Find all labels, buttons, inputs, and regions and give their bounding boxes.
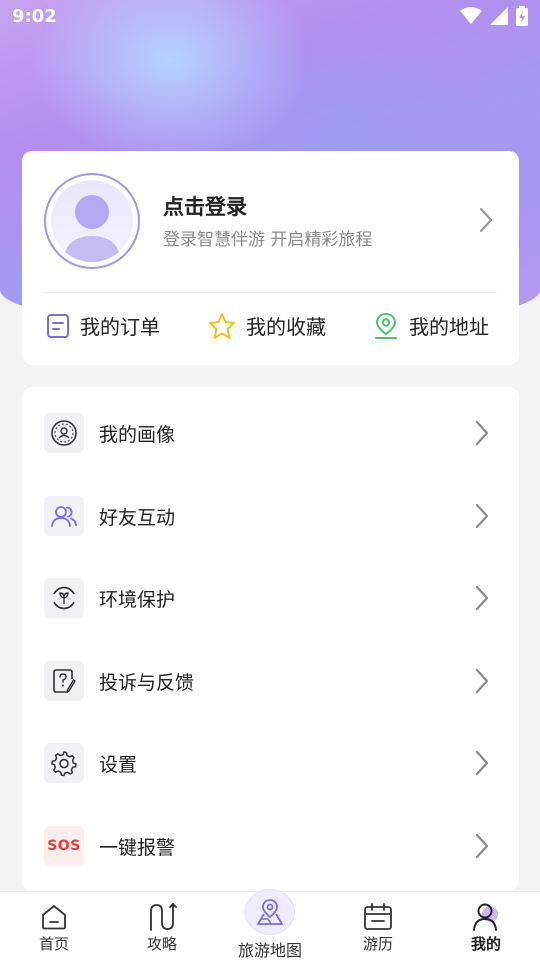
tab-label: 旅游地图: [237, 941, 302, 960]
login-subtitle: 登录智慧伴游 开启精彩旅程: [163, 230, 373, 250]
quick-link-orders[interactable]: 我的订单: [46, 311, 160, 340]
quick-link-label: 我的地址: [409, 315, 489, 339]
menu-label: 一键报警: [99, 836, 176, 859]
portrait-icon: [51, 420, 77, 446]
avatar-placeholder-icon: [51, 180, 133, 262]
menu-label: 投诉与反馈: [99, 671, 195, 694]
chevron-right-icon: [475, 585, 489, 611]
chevron-right-icon: [475, 420, 489, 446]
star-icon: [209, 312, 235, 339]
status-icons: [460, 6, 528, 26]
quick-link-label: 我的订单: [80, 315, 160, 339]
friends-icon: [51, 506, 77, 527]
tab-mine[interactable]: 我的: [432, 892, 540, 960]
calendar-icon: [364, 903, 392, 930]
menu-item-emergency[interactable]: SOS 一键报警: [22, 805, 519, 887]
tab-label: 首页: [38, 935, 69, 953]
tab-travel-map[interactable]: 旅游地图: [216, 889, 324, 960]
tab-label: 游历: [362, 935, 393, 953]
battery-charging-icon: [516, 6, 528, 26]
menu-icon-box: [44, 578, 84, 618]
status-bar: 9:02: [0, 0, 540, 34]
wifi-icon: [460, 7, 482, 24]
chevron-right-icon: [475, 833, 489, 859]
quick-link-label: 我的收藏: [246, 315, 326, 339]
divider: [44, 292, 497, 293]
map-icon: [257, 899, 283, 925]
quick-link-favorites[interactable]: 我的收藏: [208, 311, 326, 340]
menu-icon-box: SOS: [44, 826, 84, 866]
menu-icon-box: [44, 496, 84, 536]
menu-item-friends[interactable]: 好友互动: [22, 475, 519, 557]
avatar[interactable]: [44, 173, 140, 269]
menu-label: 我的画像: [99, 423, 176, 446]
menu-label: 好友互动: [99, 506, 176, 529]
chevron-right-icon: [475, 503, 489, 529]
chevron-right-icon[interactable]: [479, 207, 493, 233]
gear-icon: [51, 751, 77, 777]
menu-icon-box: [44, 743, 84, 783]
chevron-right-icon: [475, 750, 489, 776]
location-pin-icon: [375, 312, 397, 339]
tab-travels[interactable]: 游历: [324, 892, 432, 960]
signal-icon: [490, 7, 508, 25]
chevron-right-icon: [475, 668, 489, 694]
menu-item-feedback[interactable]: 投诉与反馈: [22, 640, 519, 722]
menu-item-settings[interactable]: 设置: [22, 722, 519, 804]
status-time: 9:02: [12, 6, 57, 27]
sos-icon: SOS: [47, 838, 81, 854]
login-title[interactable]: 点击登录: [163, 191, 247, 221]
user-icon: [473, 903, 498, 931]
menu-label: 设置: [99, 753, 138, 776]
menu-item-environment[interactable]: 环境保护: [22, 557, 519, 639]
tab-label: 攻略: [146, 935, 177, 953]
sprout-icon: [53, 586, 75, 610]
tab-home[interactable]: 首页: [0, 892, 108, 960]
feedback-icon: [53, 669, 76, 693]
profile-card: 点击登录 登录智慧伴游 开启精彩旅程 我的订单 我的收藏 我的地址: [22, 151, 519, 365]
menu-label: 环境保护: [99, 588, 176, 611]
menu-icon-box: [44, 413, 84, 453]
bottom-tab-bar: 首页 攻略 旅游地图 游历 我的: [0, 889, 540, 960]
quick-link-address[interactable]: 我的地址: [373, 311, 489, 340]
tab-label: 我的: [470, 935, 501, 953]
tab-guides[interactable]: 攻略: [108, 892, 216, 960]
menu-item-portrait[interactable]: 我的画像: [22, 392, 519, 474]
home-icon: [42, 905, 66, 930]
route-icon: [150, 903, 177, 931]
menu-icon-box: [44, 661, 84, 701]
order-icon: [47, 313, 69, 338]
menu-card: 我的画像 好友互动 环境保护 投诉与反馈 设置 SOS 一键报警: [22, 387, 519, 891]
